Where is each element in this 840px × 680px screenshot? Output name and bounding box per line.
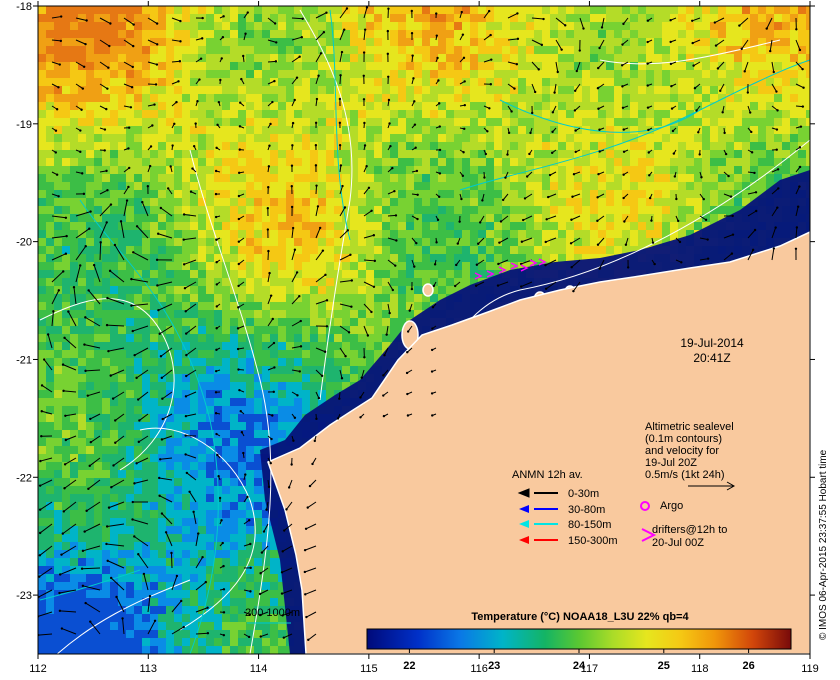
y-tick-label: -18: [16, 1, 32, 13]
colorbar-tick-label: 26: [742, 660, 754, 672]
y-tick-label: -22: [16, 472, 32, 484]
x-tick-label: 115: [360, 663, 378, 675]
colorbar-tick-label: 25: [658, 660, 670, 672]
imos-credit: © IMOS 06-Apr-2015 23:37:55 Hobart time: [818, 449, 829, 640]
legend-label: 150-300m: [568, 535, 618, 547]
x-tick-label: 118: [691, 663, 709, 675]
drifter-label-2: 20-Jul 00Z: [652, 537, 704, 549]
x-tick-label: 113: [140, 663, 158, 675]
x-tick-label: 119: [801, 663, 819, 675]
sst-map: 112 113 114 115 116 117 118 119 -18-19-20-21-22…: [16, 1, 829, 675]
altimetry-line-5: 0.5m/s (1kt 24h): [645, 469, 724, 481]
depth-contour-label: 200 1000m: [245, 607, 300, 619]
drifter-label-1: drifters@12h to: [652, 524, 727, 536]
colorbar-tick-label: 23: [488, 660, 500, 672]
legend-label: 0-30m: [568, 488, 599, 500]
colorbar-tick-label: 22: [403, 660, 415, 672]
colorbar-gradient: [366, 628, 792, 650]
time-label: 20:41Z: [693, 351, 730, 365]
y-tick-label: -20: [16, 237, 32, 249]
altimetry-line-4: 19-Jul 20Z: [645, 457, 697, 469]
anmn-legend-title: ANMN 12h av.: [512, 469, 583, 481]
x-tick-label: 116: [470, 663, 488, 675]
altimetry-line-2: (0.1m contours): [645, 433, 722, 445]
y-tick-label: -23: [16, 590, 32, 602]
y-tick-label: -21: [16, 354, 32, 366]
legend-label: 30-80m: [568, 504, 605, 516]
argo-label: Argo: [660, 500, 683, 512]
altimetry-line-1: Altimetric sealevel: [645, 421, 734, 433]
date-label: 19-Jul-2014: [680, 336, 744, 350]
colorbar-title: Temperature (°C) NOAA18_L3U 22% qb=4: [471, 611, 689, 623]
legend-label: 80-150m: [568, 519, 611, 531]
colorbar-tick-label: 24: [573, 660, 586, 672]
y-tick-label: -19: [16, 119, 32, 131]
x-tick-label: 114: [250, 663, 268, 675]
x-tick-label: 112: [29, 663, 47, 675]
altimetry-line-3: and velocity for: [645, 445, 719, 457]
